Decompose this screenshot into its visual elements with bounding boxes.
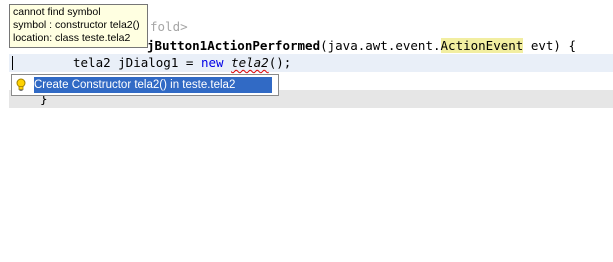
tooltip-line-symbol: symbol : constructor tela2() xyxy=(13,19,140,31)
error-tooltip: cannot find symbol symbol : constructor … xyxy=(9,4,148,48)
quick-fix-create-constructor[interactable]: Create Constructor tela2() in teste.tela… xyxy=(14,77,276,93)
action-event-type: ActionEvent xyxy=(440,38,524,53)
tooltip-line-location: location: class teste.tela2 xyxy=(13,32,131,44)
tooltip-line-error: cannot find symbol xyxy=(13,6,101,18)
new-keyword: new xyxy=(200,55,224,70)
method-signature: jButton1ActionPerformed(java.awt.event.A… xyxy=(147,37,576,55)
statement-end: (); xyxy=(268,55,292,70)
quick-fix-popup: Create Constructor tela2() in teste.tela… xyxy=(11,74,279,96)
method-name: jButton1ActionPerformed xyxy=(147,38,321,53)
text-caret xyxy=(12,56,13,70)
fold-marker[interactable]: fold> xyxy=(150,18,188,36)
error-constructor-call[interactable]: tela2 xyxy=(231,55,269,70)
statement-declaration: tela2 jDialog1 = xyxy=(73,55,201,70)
method-params-close: evt) { xyxy=(523,38,576,53)
lightbulb-icon xyxy=(14,77,28,93)
statement: tela2 jDialog1 = new tela2(); xyxy=(73,54,291,72)
method-params-open: (java.awt.event. xyxy=(320,38,441,53)
quick-fix-label[interactable]: Create Constructor tela2() in teste.tela… xyxy=(34,77,272,93)
code-line-current[interactable]: tela2 jDialog1 = new tela2(); xyxy=(9,54,613,72)
